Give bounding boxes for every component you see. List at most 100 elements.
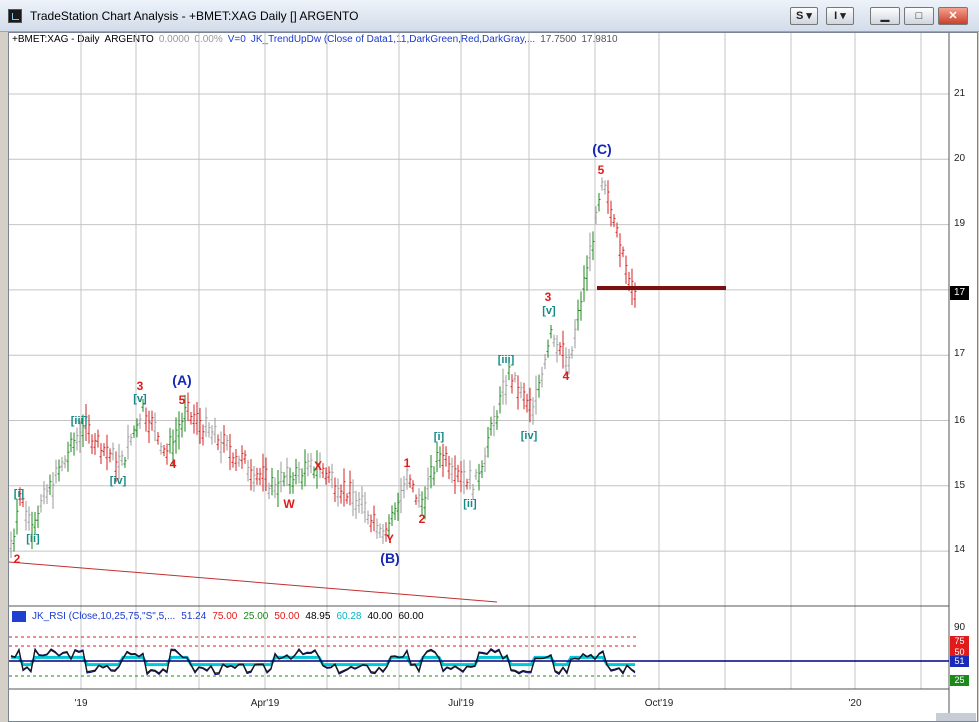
price-tick: 17 (954, 348, 966, 359)
price-bar (597, 193, 601, 212)
horizontal-scrollbar[interactable] (936, 713, 976, 721)
price-bar (147, 410, 151, 443)
price-bar (120, 450, 124, 466)
price-bar (243, 450, 247, 464)
price-bar (402, 475, 406, 499)
price-bar (354, 490, 358, 519)
price-bar (417, 488, 421, 508)
price-bar (216, 434, 220, 451)
price-bar (438, 446, 442, 468)
chart-window[interactable]: +BMET:XAG - Daily ARGENTO 0.0000 0.00% V=0 JK… (8, 32, 978, 722)
wave-label: [iv] (520, 430, 538, 442)
price-bar (429, 454, 433, 489)
price-bar (63, 455, 67, 469)
indicator-menu-button[interactable]: I ▾ (826, 7, 854, 25)
price-bar (204, 407, 208, 437)
price-bar (516, 375, 520, 410)
rsi-tag-current: 51 (950, 656, 969, 667)
price-bar (159, 442, 163, 455)
price-bar (207, 422, 211, 438)
close-button[interactable]: ✕ (938, 7, 968, 25)
price-bar (270, 468, 274, 496)
price-bar (420, 491, 424, 515)
price-bar (276, 470, 280, 507)
price-bar (519, 381, 523, 399)
price-bar (339, 484, 343, 504)
price-bar (477, 463, 481, 491)
time-tick: Oct'19 (644, 698, 674, 709)
price-bar (138, 413, 142, 429)
price-bar (381, 524, 385, 544)
price-bar (504, 374, 508, 405)
wave-label: 4 (169, 457, 177, 471)
price-bar (345, 493, 349, 504)
price-bar (246, 459, 250, 482)
rsi-indicator-icon[interactable] (12, 611, 26, 622)
last-price-tag: 17 (950, 286, 969, 300)
price-bar (330, 463, 334, 489)
minimize-button[interactable]: ▁ (870, 7, 900, 25)
price-tick: 19 (954, 218, 966, 229)
price-bar (33, 512, 37, 536)
rsi-tag-25: 25 (950, 675, 969, 686)
price-bar (591, 231, 595, 261)
price-bar (306, 453, 310, 477)
wave-label: [iv] (109, 475, 127, 487)
price-bar (267, 482, 271, 500)
price-bar (348, 470, 352, 506)
maximize-button[interactable]: □ (904, 7, 934, 25)
price-bar (87, 414, 91, 444)
style-menu-button[interactable]: S ▾ (790, 7, 818, 25)
price-bar (282, 471, 286, 487)
price-tick: 15 (954, 480, 966, 491)
price-bar (372, 505, 376, 532)
price-bar (15, 498, 19, 535)
price-bar (186, 392, 190, 422)
price-bar (513, 371, 517, 383)
price-bar (108, 448, 112, 463)
price-bar (432, 466, 436, 486)
price-bar (126, 424, 130, 460)
price-bar (447, 455, 451, 480)
price-bar (24, 500, 28, 531)
price-bar (90, 434, 94, 454)
price-bar (48, 474, 52, 496)
price-bar (570, 346, 574, 359)
price-bar (180, 412, 184, 438)
wave-label: [iii] (70, 415, 88, 427)
price-bar (69, 432, 73, 453)
rsi-value: 60.00 (398, 611, 424, 623)
price-bars (9, 177, 637, 559)
price-bar (441, 443, 445, 478)
price-bar (462, 459, 466, 495)
price-bar (366, 510, 370, 525)
price-bar (192, 404, 196, 434)
price-bar (465, 478, 469, 490)
price-bar (390, 505, 394, 526)
price-bar (132, 425, 136, 438)
price-bar (588, 232, 592, 272)
price-bar (453, 455, 457, 494)
price-bar (45, 484, 49, 505)
price-bar (303, 449, 307, 487)
price-bar (399, 477, 403, 514)
app-icon (8, 9, 22, 23)
price-bar (603, 180, 607, 195)
price-bar (576, 299, 580, 331)
price-bar (54, 459, 58, 484)
price-bar (414, 494, 418, 505)
rsi-header: JK_RSI (Close,10,25,75,"S",5,... 51.24 75.… (12, 611, 430, 622)
price-bar (369, 514, 373, 533)
price-bar (177, 411, 181, 450)
price-bar (375, 518, 379, 539)
rsi-title: JK_RSI (Close,10,25,75,"S",5,... (32, 611, 176, 623)
price-bar (300, 468, 304, 490)
price-bar (336, 478, 340, 507)
wave-label: [ii] (463, 498, 477, 510)
rsi-axis-tick: 90 (954, 622, 966, 633)
price-bar (9, 531, 13, 559)
price-bar (189, 412, 193, 425)
price-tick: 14 (954, 544, 966, 555)
price-bar (456, 464, 460, 483)
price-bar (144, 407, 148, 432)
